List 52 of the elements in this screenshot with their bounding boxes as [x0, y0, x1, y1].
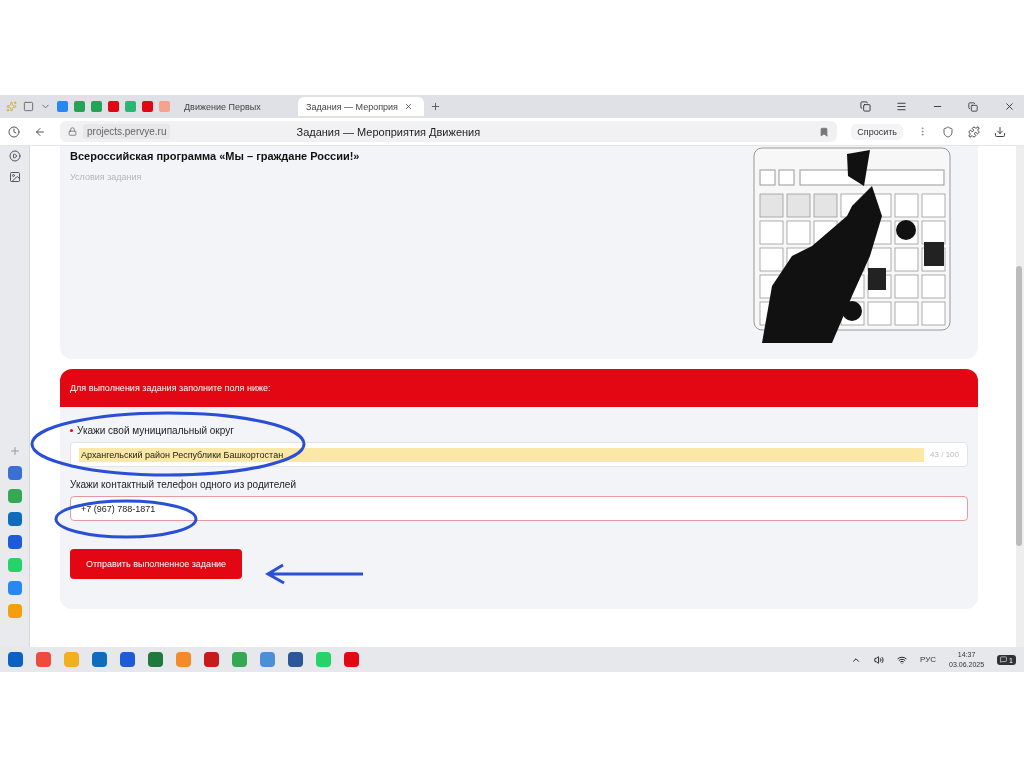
app-icon[interactable] — [7, 489, 22, 503]
form-banner: Для выполнения задания заполните поля ниже: — [60, 369, 978, 407]
browser-tab[interactable]: Движение Первых — [176, 97, 292, 116]
shield-icon[interactable] — [942, 125, 954, 138]
address-field[interactable]: projects.pervye.ru Задания — Мероприятия Движения — [60, 121, 838, 142]
app-icon[interactable] — [7, 512, 22, 526]
ask-button[interactable]: Спросить — [851, 123, 903, 140]
taskbar-app-icon[interactable] — [232, 652, 247, 667]
taskbar-app-icon[interactable] — [344, 652, 359, 667]
bookmark-icon[interactable] — [819, 126, 830, 137]
network-icon[interactable] — [897, 654, 908, 665]
task-title: Всероссийская программа «Мы – граждане России!» — [70, 150, 361, 162]
app-icon[interactable] — [7, 581, 22, 595]
taskbar-app-icon[interactable] — [8, 652, 23, 667]
required-dot — [70, 429, 73, 432]
browser-tab[interactable]: Задания — Мероприя — [298, 97, 424, 116]
pinned-tab-icon[interactable] — [91, 101, 102, 112]
taskbar-app-icon[interactable] — [92, 652, 107, 667]
taskbar-app-icon[interactable] — [120, 652, 135, 667]
submit-button[interactable]: Отправить выполненное задание — [70, 549, 243, 579]
taskbar-app-icon[interactable] — [36, 652, 51, 667]
language-indicator[interactable]: РУС — [920, 655, 937, 664]
new-tab-icon[interactable] — [430, 101, 441, 112]
screenshot-icon[interactable] — [8, 171, 21, 183]
volume-icon[interactable] — [874, 654, 885, 665]
app-icon[interactable] — [7, 535, 22, 549]
pinned-tab-icon[interactable] — [74, 101, 85, 112]
pinned-tab-icon[interactable] — [57, 101, 68, 112]
history-icon[interactable] — [8, 125, 20, 138]
field-label: Укажи свой муниципальный округ — [77, 425, 234, 436]
back-icon[interactable] — [34, 125, 46, 138]
input-field[interactable]: +7 (967) 788-1871 — [70, 496, 968, 521]
taskbar-app-icon[interactable] — [288, 652, 303, 667]
taskbar-app-icon[interactable] — [148, 652, 163, 667]
conditions-label: Условия задания — [70, 172, 143, 182]
pinned-tab-icon[interactable] — [125, 101, 136, 112]
taskbar-app-icon[interactable] — [204, 652, 219, 667]
extensions-icon[interactable] — [968, 125, 980, 138]
app-icon[interactable] — [7, 466, 22, 480]
taskbar-app-icon[interactable] — [176, 652, 191, 667]
taskbar-app-icon[interactable] — [260, 652, 275, 667]
pinned-tab-icon[interactable] — [142, 101, 153, 112]
lock-icon — [68, 127, 77, 136]
close-tab-icon[interactable] — [403, 102, 413, 111]
url-text: projects.pervye.ru — [83, 124, 171, 139]
play-icon[interactable] — [8, 150, 21, 162]
add-icon[interactable] — [8, 445, 21, 457]
pinned-tab-icon[interactable] — [108, 101, 119, 112]
field-label: Укажи контактный телефон одного из родителей — [70, 479, 297, 490]
tab-counter-icon[interactable] — [23, 101, 34, 112]
download-icon[interactable] — [994, 125, 1006, 138]
page-title: Задания — Мероприятия Движения — [296, 125, 481, 138]
